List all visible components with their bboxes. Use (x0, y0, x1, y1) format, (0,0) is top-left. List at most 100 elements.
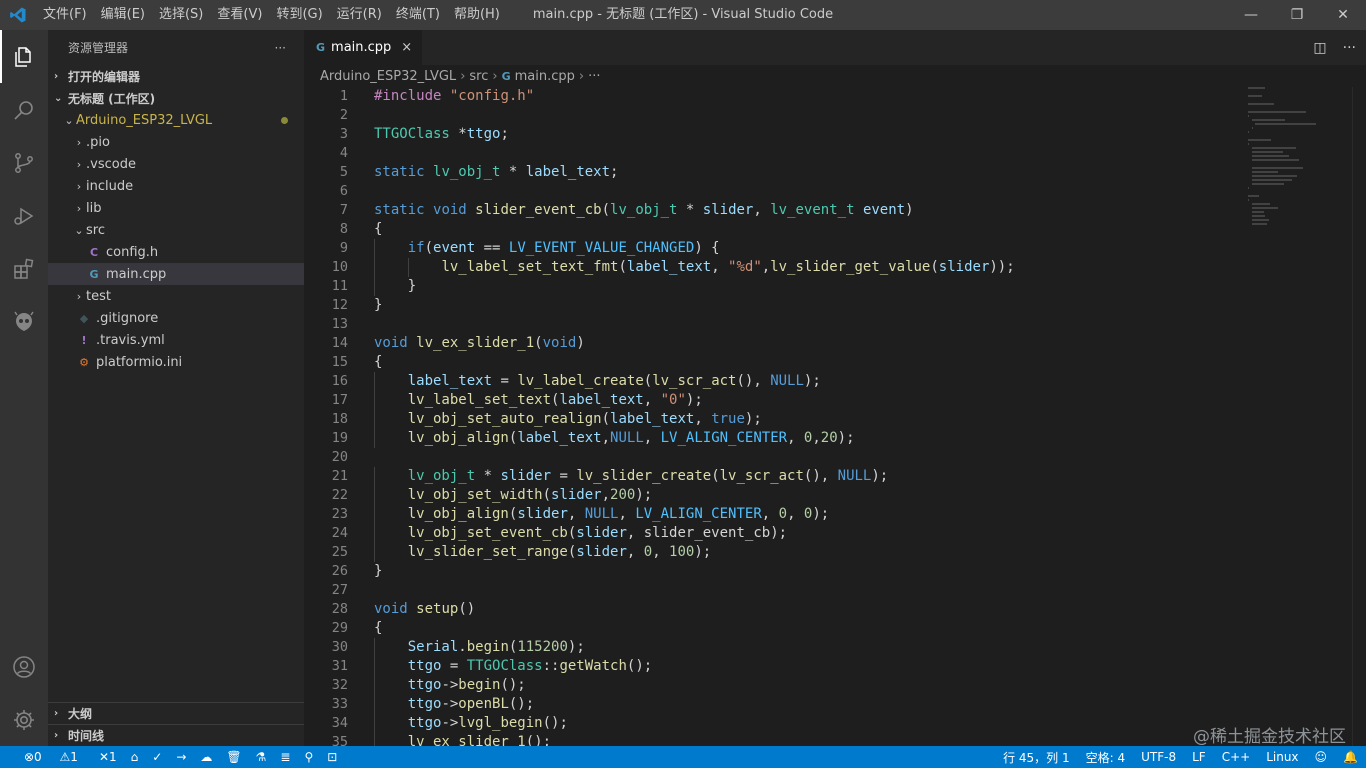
tree-item[interactable]: › .pio (48, 131, 304, 153)
tree-item[interactable]: ⌄ Arduino_ESP32_LVGL (48, 109, 304, 131)
tree-item[interactable]: › .vscode (48, 153, 304, 175)
code-text: lv_obj_set_auto_realign(label_text, true… (407, 411, 762, 427)
open-editors-section[interactable]: › 打开的编辑器 (48, 65, 304, 87)
files-icon[interactable] (0, 30, 48, 83)
account-icon[interactable] (0, 640, 48, 693)
menu-item[interactable]: 帮助(H) (447, 0, 507, 30)
code-text: } (374, 563, 383, 579)
upload-icon[interactable]: ☁ (193, 750, 219, 764)
tree-item[interactable]: ⚙ platformio.ini (48, 351, 304, 373)
chevron-right-icon: › (460, 68, 466, 84)
tree-item[interactable]: › include (48, 175, 304, 197)
minimap[interactable] (1248, 87, 1352, 225)
trash-icon[interactable]: 🗑 (219, 750, 248, 764)
line-number: 33 (331, 696, 348, 712)
close-tab-icon[interactable]: × (401, 40, 412, 55)
line-ending[interactable]: LF (1184, 750, 1214, 764)
line-number: 8 (339, 221, 348, 237)
tree-item[interactable]: › test (48, 285, 304, 307)
encoding[interactable]: UTF-8 (1133, 750, 1184, 764)
menu-item[interactable]: 运行(R) (330, 0, 389, 30)
line-number: 2 (339, 107, 348, 123)
menu-item[interactable]: 文件(F) (36, 0, 94, 30)
menu-bar: 文件(F) 编辑(E) 选择(S) 查看(V) 转到(G) 运行(R) 终端(T) 帮助(H) (36, 0, 507, 30)
menu-item[interactable]: 查看(V) (210, 0, 269, 30)
minimize-icon[interactable]: — (1228, 0, 1274, 30)
tree-item[interactable]: ⌄ src (48, 219, 304, 241)
platform[interactable]: Linux (1258, 750, 1306, 764)
restore-icon[interactable]: ❐ (1274, 0, 1320, 30)
bell-icon[interactable]: 🔔 (1335, 750, 1366, 764)
check-icon[interactable]: ✓ (145, 750, 169, 764)
tab-main-cpp[interactable]: G main.cpp × (304, 30, 424, 65)
vertical-scrollbar[interactable] (1352, 87, 1366, 746)
chevron-right-icon: › (76, 179, 82, 193)
code-text: label_text = lv_label_create(lv_scr_act(… (407, 373, 821, 389)
code-line: 27 (304, 581, 1244, 600)
tree-item-label: Arduino_ESP32_LVGL (76, 112, 213, 128)
workspace-section[interactable]: ⌄ 无标题 (工作区) (48, 87, 304, 109)
code-text: ttgo->openBL(); (407, 696, 535, 712)
timeline-section[interactable]: › 时间线 (48, 724, 304, 746)
cursor-position[interactable]: 行 45，列 1 (995, 749, 1078, 766)
code-line: 21 lv_obj_t * slider = lv_slider_create(… (304, 467, 1244, 486)
tree-item[interactable]: Cconfig.h (48, 241, 304, 263)
plug-icon[interactable]: ⚲ (297, 750, 320, 764)
problems-indicator[interactable]: ⊗0 ⚠1 (10, 750, 92, 764)
source-control-icon[interactable] (0, 136, 48, 189)
menu-item[interactable]: 终端(T) (389, 0, 447, 30)
file-type-icon: ! (81, 333, 87, 347)
menu-item[interactable]: 转到(G) (269, 0, 329, 30)
line-number: 12 (331, 297, 348, 313)
line-number: 30 (331, 639, 348, 655)
flask-icon[interactable]: ⚗ (249, 750, 274, 764)
menu-item[interactable]: 编辑(E) (94, 0, 152, 30)
file-type-icon: ◆ (79, 311, 89, 325)
breadcrumb-file[interactable]: main.cpp (515, 69, 575, 84)
breadcrumb-src[interactable]: src (469, 69, 488, 84)
feedback-icon[interactable]: ☺ (1307, 750, 1336, 764)
tree-item[interactable]: ◆ .gitignore (48, 307, 304, 329)
tree-item[interactable]: › lib (48, 197, 304, 219)
code-text: lv_ex_slider_1(); (407, 734, 552, 746)
code-line: 16 label_text = lv_label_create(lv_scr_a… (304, 372, 1244, 391)
tree-item[interactable]: Gmain.cpp (48, 263, 304, 285)
cpp-file-icon: G (501, 69, 511, 83)
platformio-icon[interactable] (0, 295, 48, 348)
search-icon[interactable] (0, 83, 48, 136)
more-actions-icon[interactable]: ··· (275, 41, 286, 55)
outline-section[interactable]: › 大纲 (48, 702, 304, 724)
code-line: 1 #include "config.h" (304, 87, 1244, 106)
extensions-icon[interactable] (0, 242, 48, 295)
breadcrumb-folder[interactable]: Arduino_ESP32_LVGL (320, 69, 456, 84)
tools-indicator[interactable]: ✕1 (92, 750, 124, 764)
indentation[interactable]: 空格: 4 (1078, 749, 1134, 766)
list-icon[interactable]: ≣ (273, 750, 297, 764)
tree-item-label: .travis.yml (96, 332, 165, 348)
run-debug-icon[interactable] (0, 189, 48, 242)
breadcrumb-more[interactable]: ··· (588, 69, 600, 84)
chevron-right-icon: › (76, 157, 82, 171)
line-number: 34 (331, 715, 348, 731)
line-number: 9 (339, 240, 348, 256)
arrow-right-icon[interactable]: → (169, 750, 193, 764)
terminal-icon[interactable]: ⊡ (320, 750, 344, 764)
gear-icon[interactable] (0, 693, 48, 746)
line-number: 26 (331, 563, 348, 579)
tree-item[interactable]: ! .travis.yml (48, 329, 304, 351)
file-type-icon: C (89, 245, 99, 259)
tree-item-label: .vscode (86, 156, 136, 172)
code-line: 22 lv_obj_set_width(slider,200); (304, 486, 1244, 505)
close-window-icon[interactable]: ✕ (1320, 0, 1366, 30)
split-editor-icon[interactable]: ◫ (1313, 40, 1326, 56)
code-editor[interactable]: 1 #include "config.h" 2 3 TTGOClass *ttgo; 4 5… (304, 87, 1244, 746)
language-mode[interactable]: C++ (1214, 750, 1259, 764)
chevron-right-icon: › (76, 289, 82, 303)
home-icon[interactable]: ⌂ (124, 750, 146, 764)
line-number: 1 (339, 88, 348, 104)
chevron-right-icon: › (54, 730, 59, 741)
menu-item[interactable]: 选择(S) (152, 0, 210, 30)
tree-item-label: lib (86, 200, 102, 216)
more-actions-icon[interactable]: ··· (1343, 40, 1356, 56)
chevron-down-icon: ⌄ (64, 113, 74, 127)
